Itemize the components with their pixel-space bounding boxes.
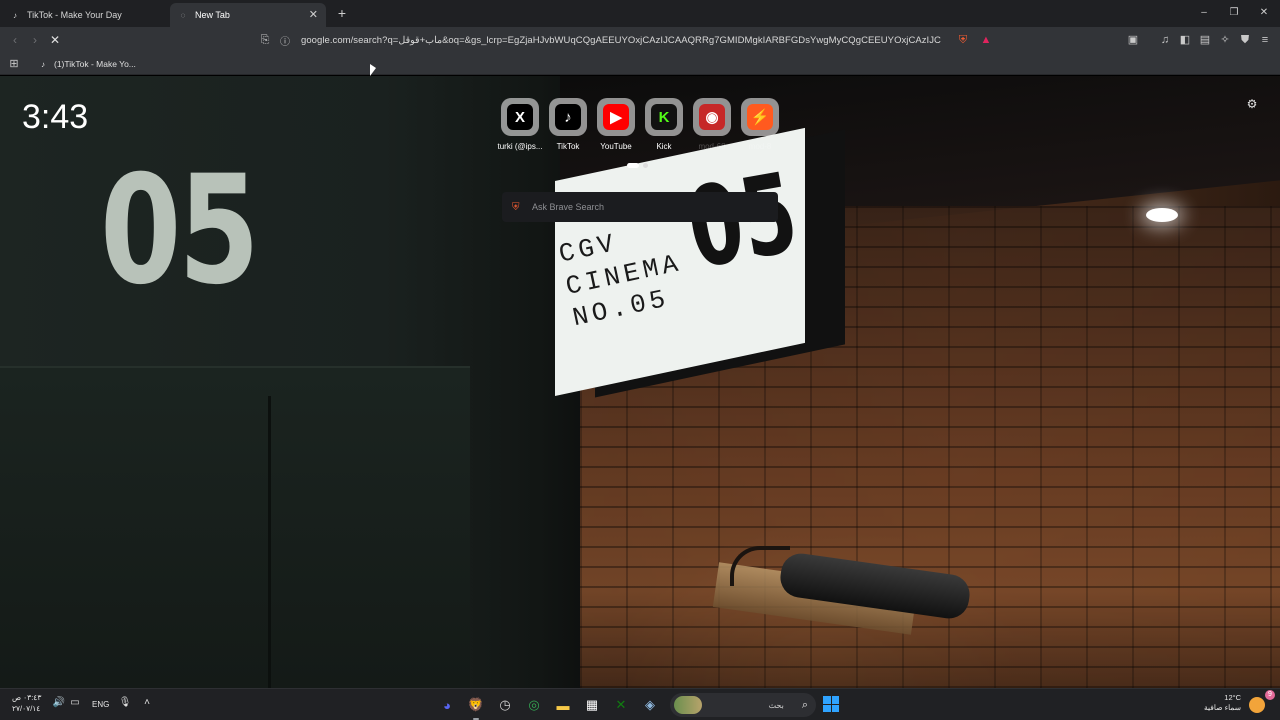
taskbar-search[interactable]: بحث ⌕ (670, 693, 816, 717)
weather-description: سماء صافية (1204, 703, 1242, 712)
file-explorer-icon[interactable]: ▬ (552, 694, 574, 716)
restore-button[interactable]: ❐ (1224, 4, 1244, 22)
media-icon[interactable]: ♫ (1157, 32, 1173, 48)
top-site-icon-frame: ◉ (693, 98, 731, 136)
tab-title: TikTok - Make Your Day (27, 10, 122, 20)
brave-rewards-icon[interactable]: ▲ (978, 32, 994, 48)
youtube-icon: ▶ (603, 104, 629, 130)
top-site-tile[interactable]: K Kick (640, 98, 688, 151)
top-site-icon-frame: K (645, 98, 683, 136)
weather-temp: 12°C (1224, 693, 1242, 702)
top-site-icon-frame: ♪ (549, 98, 587, 136)
red-logo-icon: ◉ (699, 104, 725, 130)
bookmarks-bar (0, 53, 1280, 75)
bookmark-label: (1)TikTok - Make Yo... (54, 59, 136, 69)
loading-spinner-icon: ◌ (180, 10, 186, 20)
top-site-tile[interactable]: Xturki (@ips... (496, 98, 544, 151)
ntp-clock: 3:43 (22, 98, 89, 136)
background-door-seam (268, 396, 271, 688)
minimize-button[interactable]: – (1194, 4, 1214, 22)
top-site-tile[interactable]: ♪ TikTok (544, 98, 592, 151)
brave-search-box[interactable]: ⛨ (502, 192, 778, 222)
tab-title: New Tab (195, 10, 230, 20)
vpn-icon[interactable]: ⛊ (1237, 32, 1253, 48)
close-icon[interactable]: ✕ (309, 8, 318, 21)
chevron-up-icon[interactable]: ˄ (140, 696, 154, 710)
brave-icon[interactable]: 🦁 (465, 694, 487, 720)
network-icon[interactable]: ▭ (68, 696, 82, 710)
microphone-icon[interactable]: 🎙 (118, 696, 132, 710)
top-sites-pager (627, 163, 648, 168)
sidebar-icon[interactable]: ◧ (1177, 32, 1193, 48)
address-bar[interactable]: ⓘ google.com/search?q=ماب+قوقل&oq=&gs_lc… (280, 31, 1000, 49)
wallet-icon[interactable]: ▤ (1197, 32, 1213, 48)
x-icon: X (507, 104, 533, 130)
close-window-button[interactable]: ✕ (1254, 4, 1274, 22)
top-site-tile[interactable]: ▶ YouTube (592, 98, 640, 151)
language-indicator[interactable]: ENG (92, 700, 109, 709)
discord-icon[interactable]: ◕ (436, 694, 458, 716)
pager-dot[interactable] (643, 163, 648, 168)
top-site-label: mod-8 (748, 142, 772, 151)
new-tab-button[interactable]: + (334, 4, 350, 22)
tab-tiktok[interactable]: ♪ TikTok - Make Your Day (2, 3, 167, 27)
brave-lion-icon: ⛨ (512, 201, 520, 213)
weather-moon-icon (1249, 697, 1265, 713)
steam-icon[interactable]: ◈ (639, 694, 661, 716)
bookmark-icon[interactable]: ⎘ (257, 32, 273, 48)
top-site-icon-frame: X (501, 98, 539, 136)
kick-icon: K (651, 104, 677, 130)
xbox-icon[interactable]: ✕ (610, 694, 632, 716)
top-site-tile[interactable]: ◉ mod-68 (688, 98, 736, 151)
search-highlight-image (674, 696, 702, 714)
brave-search-input[interactable] (532, 202, 762, 212)
url-text: google.com/search?q=ماب+قوقل&oq=&gs_lcrp… (301, 34, 941, 46)
tiktok-icon: ♪ (41, 59, 45, 69)
leo-ai-icon[interactable]: ✧ (1217, 32, 1233, 48)
top-site-icon-frame: ▶ (597, 98, 635, 136)
site-info-icon[interactable]: ⓘ (280, 33, 290, 48)
chrome-icon[interactable]: ◎ (523, 694, 545, 716)
apps-grid-icon[interactable]: ⊞ (7, 57, 21, 71)
forward-button[interactable]: › (26, 31, 44, 49)
pager-dot[interactable] (627, 163, 639, 168)
gear-icon[interactable]: ⚙ (1244, 96, 1260, 112)
weather-widget[interactable]: 12°C سماء صافية (1204, 693, 1241, 713)
search-icon: ⌕ (801, 698, 808, 711)
top-site-tile[interactable]: ⚡ mod-8 (736, 98, 784, 151)
taskbar-time[interactable]: ٠٣:٤٣ ص (12, 693, 41, 702)
tiktok-icon: ♪ (13, 10, 17, 20)
taskbar-search-label: بحث (768, 700, 784, 710)
screenshot-icon[interactable]: ▣ (1125, 32, 1141, 48)
brave-shields-icon[interactable]: ⛨ (955, 32, 971, 48)
volume-icon[interactable]: 🔊 (52, 696, 66, 710)
clock-app-icon[interactable]: ◷ (494, 694, 516, 716)
background-metal-door (0, 366, 470, 688)
background-wall-number: 05 (100, 144, 260, 318)
menu-icon[interactable]: ≡ (1257, 32, 1273, 48)
stop-loading-button[interactable]: ✕ (46, 31, 64, 49)
taskbar-date[interactable]: ٢٧/٠٧/١٤ (12, 704, 40, 713)
back-button[interactable]: ‹ (6, 31, 24, 49)
notification-badge[interactable]: 9 (1265, 690, 1275, 700)
tab-new-tab[interactable]: ◌ New Tab ✕ (170, 3, 326, 27)
background-ceiling-light (1146, 208, 1178, 222)
top-site-icon-frame: ⚡ (741, 98, 779, 136)
windows-start-icon[interactable] (823, 696, 839, 712)
bolt-icon: ⚡ (747, 104, 773, 130)
tiktok-icon: ♪ (555, 104, 581, 130)
mouse-cursor (370, 64, 376, 76)
bookmark-tiktok[interactable]: ♪ (1)TikTok - Make Yo... (38, 56, 136, 72)
store-icon[interactable]: ▦ (581, 694, 603, 716)
